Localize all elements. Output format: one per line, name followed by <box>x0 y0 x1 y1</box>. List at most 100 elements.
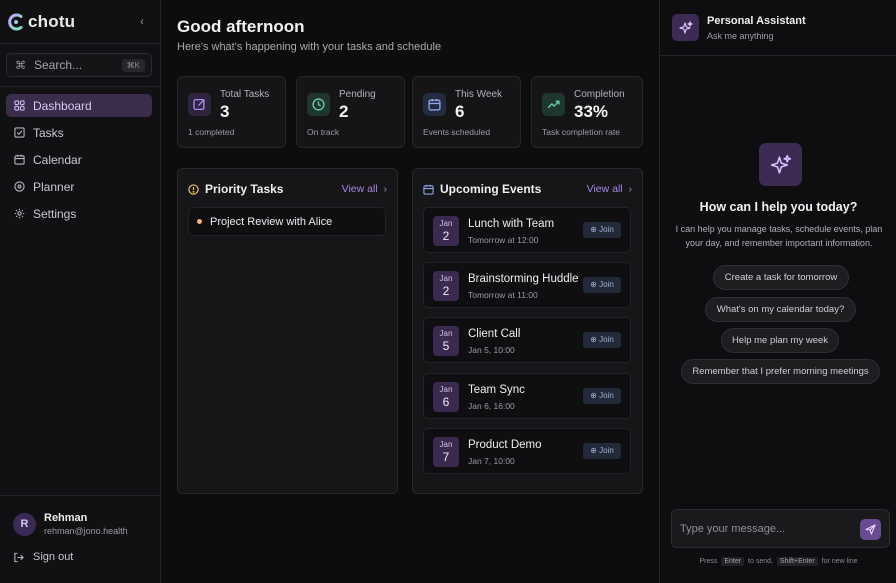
view-all-label: View all <box>341 183 378 195</box>
page-title: Good afternoon <box>177 17 305 36</box>
assistant-title: Personal Assistant <box>707 15 806 27</box>
message-composer <box>671 509 890 548</box>
suggestion-chip[interactable]: Help me plan my week <box>721 328 839 353</box>
date-badge: Jan 6 <box>433 382 459 412</box>
panel-title: Priority Tasks <box>205 182 284 196</box>
hint-text: to send, <box>748 558 773 565</box>
event-item[interactable]: Jan 7 Product Demo Jan 7, 10:00 ⊕ Join <box>423 428 631 474</box>
main-content: Good afternoon Here's what's happening w… <box>162 0 658 583</box>
panel-title: Upcoming Events <box>440 182 542 196</box>
stat-value: 2 <box>339 102 349 121</box>
sidebar-item-tasks[interactable]: Tasks <box>6 121 152 144</box>
sidebar-item-settings[interactable]: Settings <box>6 202 152 225</box>
sidebar-item-dashboard[interactable]: Dashboard <box>6 94 152 117</box>
sidebar-item-calendar[interactable]: Calendar <box>6 148 152 171</box>
date-badge: Jan 2 <box>433 271 459 301</box>
view-all-link[interactable]: View all › <box>587 183 632 195</box>
task-title: Project Review with Alice <box>210 215 333 228</box>
edit-icon <box>188 93 211 116</box>
date-badge: Jan 2 <box>433 216 459 246</box>
view-all-link[interactable]: View all › <box>342 183 387 195</box>
event-time: Tomorrow at 11:00 <box>468 290 538 300</box>
stat-value: 3 <box>220 102 230 121</box>
view-all-label: View all <box>586 183 623 195</box>
event-title: Lunch with Team <box>468 218 555 230</box>
search-input[interactable]: ⌘ Search... ⌘K <box>6 53 152 77</box>
join-button[interactable]: ⊕ Join <box>583 277 621 293</box>
divider <box>0 495 161 496</box>
gear-icon <box>14 208 25 219</box>
user-name: Rehman <box>44 512 88 524</box>
target-icon <box>14 181 25 192</box>
sidebar-item-label: Dashboard <box>33 98 92 113</box>
event-time: Jan 6, 16:00 <box>468 401 515 411</box>
event-day: 7 <box>442 450 450 464</box>
input-hint: Press Enter to send, Shift+Enter for new… <box>660 557 896 566</box>
event-item[interactable]: Jan 6 Team Sync Jan 6, 16:00 ⊕ Join <box>423 373 631 419</box>
chevron-left-icon[interactable]: ‹ <box>136 16 148 28</box>
trending-up-icon <box>542 93 565 116</box>
stat-sub: On track <box>307 127 340 137</box>
calendar-icon <box>423 184 434 195</box>
event-day: 2 <box>442 229 450 243</box>
join-button[interactable]: ⊕ Join <box>583 332 621 348</box>
clock-icon <box>307 93 330 116</box>
avatar: R <box>13 512 36 536</box>
divider <box>0 86 161 87</box>
event-day: 6 <box>442 395 450 409</box>
list-item[interactable]: Project Review with Alice <box>188 207 386 236</box>
stat-label: Pending <box>339 89 376 100</box>
suggestion-chip[interactable]: What's on my calendar today? <box>705 297 856 322</box>
event-time: Tomorrow at 12:00 <box>468 235 539 245</box>
event-title: Product Demo <box>468 439 542 451</box>
event-day: 2 <box>442 284 450 298</box>
grid-icon <box>14 100 25 111</box>
event-item[interactable]: Jan 2 Brainstorming Huddle Tomorrow at 1… <box>423 262 631 308</box>
stat-label: Total Tasks <box>220 89 270 100</box>
sparkles-icon <box>759 143 802 186</box>
assistant-hero-desc: I can help you manage tasks, schedule ev… <box>675 224 883 248</box>
suggestion-chip[interactable]: Remember that I prefer morning meetings <box>681 359 880 384</box>
event-item[interactable]: Jan 2 Lunch with Team Tomorrow at 12:00 … <box>423 207 631 253</box>
app-logo[interactable]: chotu ‹ <box>6 10 156 34</box>
event-month: Jan <box>439 329 453 338</box>
send-button[interactable] <box>860 519 881 540</box>
join-button[interactable]: ⊕ Join <box>583 443 621 459</box>
upcoming-events-panel: Upcoming Events View all › Jan 2 Lunch w… <box>412 168 643 494</box>
event-time: Jan 7, 10:00 <box>468 456 515 466</box>
message-input[interactable] <box>680 520 850 538</box>
event-title: Brainstorming Huddle <box>468 273 579 285</box>
suggestion-chip[interactable]: Create a task for tomorrow <box>713 265 849 290</box>
app-name: chotu <box>28 12 76 31</box>
date-badge: Jan 5 <box>433 326 459 356</box>
hint-key: Enter <box>721 557 745 566</box>
checkbox-icon <box>14 127 25 138</box>
user-profile[interactable]: R Rehman rehman@jono.health <box>13 511 153 537</box>
chevron-right-icon: › <box>628 183 632 195</box>
send-icon <box>865 524 876 535</box>
sidebar-item-label: Calendar <box>33 152 82 167</box>
event-month: Jan <box>439 219 453 228</box>
event-month: Jan <box>439 385 453 394</box>
stat-value: 33% <box>574 102 609 121</box>
sidebar-item-label: Tasks <box>33 125 64 140</box>
event-time: Jan 5, 10:00 <box>468 345 515 355</box>
user-email: rehman@jono.health <box>44 526 128 536</box>
calendar-icon <box>423 93 446 116</box>
sidebar-item-planner[interactable]: Planner <box>6 175 152 198</box>
date-badge: Jan 7 <box>433 437 459 467</box>
join-button[interactable]: ⊕ Join <box>583 222 621 238</box>
assistant-subtitle: Ask me anything <box>707 31 774 41</box>
stat-card-total-tasks: Total Tasks 3 1 completed <box>177 76 286 148</box>
stat-sub: Task completion rate <box>542 127 620 137</box>
assistant-hero-title: How can I help you today? <box>699 200 858 214</box>
event-item[interactable]: Jan 5 Client Call Jan 5, 10:00 ⊕ Join <box>423 317 631 363</box>
assistant-panel: Personal Assistant Ask me anything How c… <box>659 0 896 583</box>
priority-dot <box>197 219 202 224</box>
join-button[interactable]: ⊕ Join <box>583 388 621 404</box>
page-subtitle: Here's what's happening with your tasks … <box>177 41 442 53</box>
sign-out-button[interactable]: Sign out <box>13 551 73 563</box>
stat-card-this-week: This Week 6 Events scheduled <box>412 76 521 148</box>
alert-circle-icon <box>188 183 199 195</box>
search-placeholder: Search... <box>34 58 83 72</box>
